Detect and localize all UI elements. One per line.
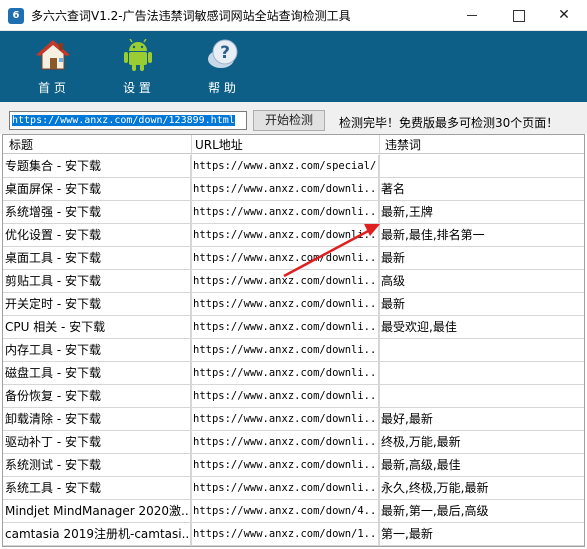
house-icon [36, 40, 70, 70]
row-title-cell[interactable]: 驱动补丁 - 安下载 [3, 431, 191, 454]
header-title[interactable]: 标题 [9, 136, 33, 153]
table-row[interactable]: CPU 相关 - 安下载 https://www.anxz.com/downli.… [3, 316, 584, 339]
row-title-cell[interactable]: 卸载清除 - 安下载 [3, 408, 191, 431]
header-url[interactable]: URL地址 [195, 136, 243, 153]
row-words-cell[interactable]: 最新 [379, 293, 584, 316]
row-words-cell[interactable]: 著名 [379, 178, 584, 201]
help-question-icon: ? [208, 39, 238, 68]
row-url-cell[interactable]: https://www.anxz.com/downli... [191, 339, 379, 362]
help-button[interactable]: ? 帮 助 [192, 37, 252, 97]
row-url-cell[interactable]: https://www.anxz.com/down/1... [191, 523, 379, 546]
table-row[interactable]: Mindjet MindManager 2020激... https://www.… [3, 500, 584, 523]
title-bar: 6 多六六查词V1.2-广告法违禁词敏感词网站全站查询检测工具 ✕ [0, 0, 587, 31]
row-words-cell[interactable]: 第一,最新 [379, 523, 584, 546]
row-title-cell[interactable]: 专题集合 - 安下载 [3, 155, 191, 178]
url-input-value: https://www.anxz.com/down/123899.html [12, 115, 235, 126]
row-url-cell[interactable]: https://www.anxz.com/downli... [191, 293, 379, 316]
row-words-cell[interactable] [379, 385, 584, 408]
row-words-cell[interactable] [379, 339, 584, 362]
row-url-cell[interactable]: https://www.anxz.com/downli... [191, 385, 379, 408]
settings-label: 设 置 [123, 81, 151, 95]
row-title-cell[interactable]: 桌面屏保 - 安下载 [3, 178, 191, 201]
svg-text:?: ? [220, 43, 230, 63]
row-title-cell[interactable]: 系统测试 - 安下载 [3, 454, 191, 477]
android-icon [124, 39, 152, 71]
table-row[interactable]: 系统测试 - 安下载 https://www.anxz.com/downli...… [3, 454, 584, 477]
table-row[interactable]: 驱动补丁 - 安下载 https://www.anxz.com/downli...… [3, 431, 584, 454]
row-words-cell[interactable]: 永久,终极,万能,最新 [379, 477, 584, 500]
table-row[interactable]: 内存工具 - 安下载 https://www.anxz.com/downli... [3, 339, 584, 362]
results-table[interactable]: 标题 URL地址 违禁词 专题集合 - 安下载 https://www.anxz.… [2, 134, 585, 547]
toolbar: 首 页 设 置 ? 帮 助 [0, 31, 587, 102]
row-words-cell[interactable]: 最新,第一,最后,高级 [379, 500, 584, 523]
row-words-cell[interactable]: 最新,王牌 [379, 201, 584, 224]
row-url-cell[interactable]: https://www.anxz.com/downli... [191, 454, 379, 477]
table-row[interactable]: 专题集合 - 安下载 https://www.anxz.com/special/ [3, 155, 584, 178]
row-words-cell[interactable] [379, 362, 584, 385]
home-label: 首 页 [38, 81, 66, 95]
row-url-cell[interactable]: https://www.anxz.com/special/ [191, 155, 379, 178]
row-title-cell[interactable]: CPU 相关 - 安下载 [3, 316, 191, 339]
close-button[interactable]: ✕ [541, 0, 587, 31]
header-words[interactable]: 违禁词 [385, 136, 421, 153]
row-title-cell[interactable]: 系统工具 - 安下载 [3, 477, 191, 500]
help-label: 帮 助 [208, 81, 236, 95]
row-words-cell[interactable] [379, 155, 584, 178]
row-url-cell[interactable]: https://www.anxz.com/downli... [191, 201, 379, 224]
settings-button[interactable]: 设 置 [107, 37, 167, 97]
row-title-cell[interactable]: Mindjet MindManager 2020激... [3, 500, 191, 523]
row-words-cell[interactable]: 最受欢迎,最佳 [379, 316, 584, 339]
row-words-cell[interactable]: 高级 [379, 270, 584, 293]
minimize-button[interactable] [449, 0, 495, 31]
row-url-cell[interactable]: https://www.anxz.com/down/4... [191, 500, 379, 523]
table-row[interactable]: 桌面工具 - 安下载 https://www.anxz.com/downli...… [3, 247, 584, 270]
row-url-cell[interactable]: https://www.anxz.com/downli... [191, 431, 379, 454]
row-url-cell[interactable]: https://www.anxz.com/downli... [191, 316, 379, 339]
table-row[interactable]: camtasia 2019注册机-camtasi... https://www.a… [3, 523, 584, 546]
row-url-cell[interactable]: https://www.anxz.com/downli... [191, 362, 379, 385]
row-words-cell[interactable]: 最新,高级,最佳 [379, 454, 584, 477]
table-row[interactable]: 卸载清除 - 安下载 https://www.anxz.com/downli...… [3, 408, 584, 431]
row-url-cell[interactable]: https://www.anxz.com/downli... [191, 224, 379, 247]
app-icon: 6 [8, 8, 24, 24]
row-words-cell[interactable]: 最新 [379, 247, 584, 270]
row-url-cell[interactable]: https://www.anxz.com/downli... [191, 270, 379, 293]
row-url-cell[interactable]: https://www.anxz.com/downli... [191, 408, 379, 431]
row-title-cell[interactable]: 系统增强 - 安下载 [3, 201, 191, 224]
row-words-cell[interactable]: 最好,最新 [379, 408, 584, 431]
row-url-cell[interactable]: https://www.anxz.com/downli... [191, 477, 379, 500]
table-header: 标题 URL地址 违禁词 [3, 135, 584, 154]
row-title-cell[interactable]: 优化设置 - 安下载 [3, 224, 191, 247]
row-title-cell[interactable]: 内存工具 - 安下载 [3, 339, 191, 362]
row-title-cell[interactable]: 桌面工具 - 安下载 [3, 247, 191, 270]
window-title: 多六六查词V1.2-广告法违禁词敏感词网站全站查询检测工具 [31, 9, 351, 23]
table-row[interactable]: 优化设置 - 安下载 https://www.anxz.com/downli...… [3, 224, 584, 247]
table-row[interactable]: 剪贴工具 - 安下载 https://www.anxz.com/downli...… [3, 270, 584, 293]
maximize-button[interactable] [495, 0, 541, 31]
search-row: https://www.anxz.com/down/123899.html 开始… [0, 102, 587, 134]
row-title-cell[interactable]: 磁盘工具 - 安下载 [3, 362, 191, 385]
table-row[interactable]: 桌面屏保 - 安下载 https://www.anxz.com/downli...… [3, 178, 584, 201]
row-words-cell[interactable]: 终极,万能,最新 [379, 431, 584, 454]
table-row[interactable]: 开关定时 - 安下载 https://www.anxz.com/downli...… [3, 293, 584, 316]
table-row[interactable]: 系统增强 - 安下载 https://www.anxz.com/downli...… [3, 201, 584, 224]
url-input[interactable]: https://www.anxz.com/down/123899.html [9, 111, 247, 130]
home-button[interactable]: 首 页 [22, 37, 82, 97]
table-row[interactable]: 磁盘工具 - 安下载 https://www.anxz.com/downli... [3, 362, 584, 385]
start-check-button[interactable]: 开始检测 [253, 110, 325, 131]
row-title-cell[interactable]: camtasia 2019注册机-camtasi... [3, 523, 191, 546]
row-words-cell[interactable]: 最新,最佳,排名第一 [379, 224, 584, 247]
row-title-cell[interactable]: 开关定时 - 安下载 [3, 293, 191, 316]
row-title-cell[interactable]: 备份恢复 - 安下载 [3, 385, 191, 408]
table-row[interactable]: 系统工具 - 安下载 https://www.anxz.com/downli...… [3, 477, 584, 500]
row-url-cell[interactable]: https://www.anxz.com/downli... [191, 247, 379, 270]
status-text: 检测完毕！免费版最多可检测30个页面！ [339, 116, 559, 130]
table-row[interactable]: 备份恢复 - 安下载 https://www.anxz.com/downli... [3, 385, 584, 408]
row-title-cell[interactable]: 剪贴工具 - 安下载 [3, 270, 191, 293]
row-url-cell[interactable]: https://www.anxz.com/downli... [191, 178, 379, 201]
